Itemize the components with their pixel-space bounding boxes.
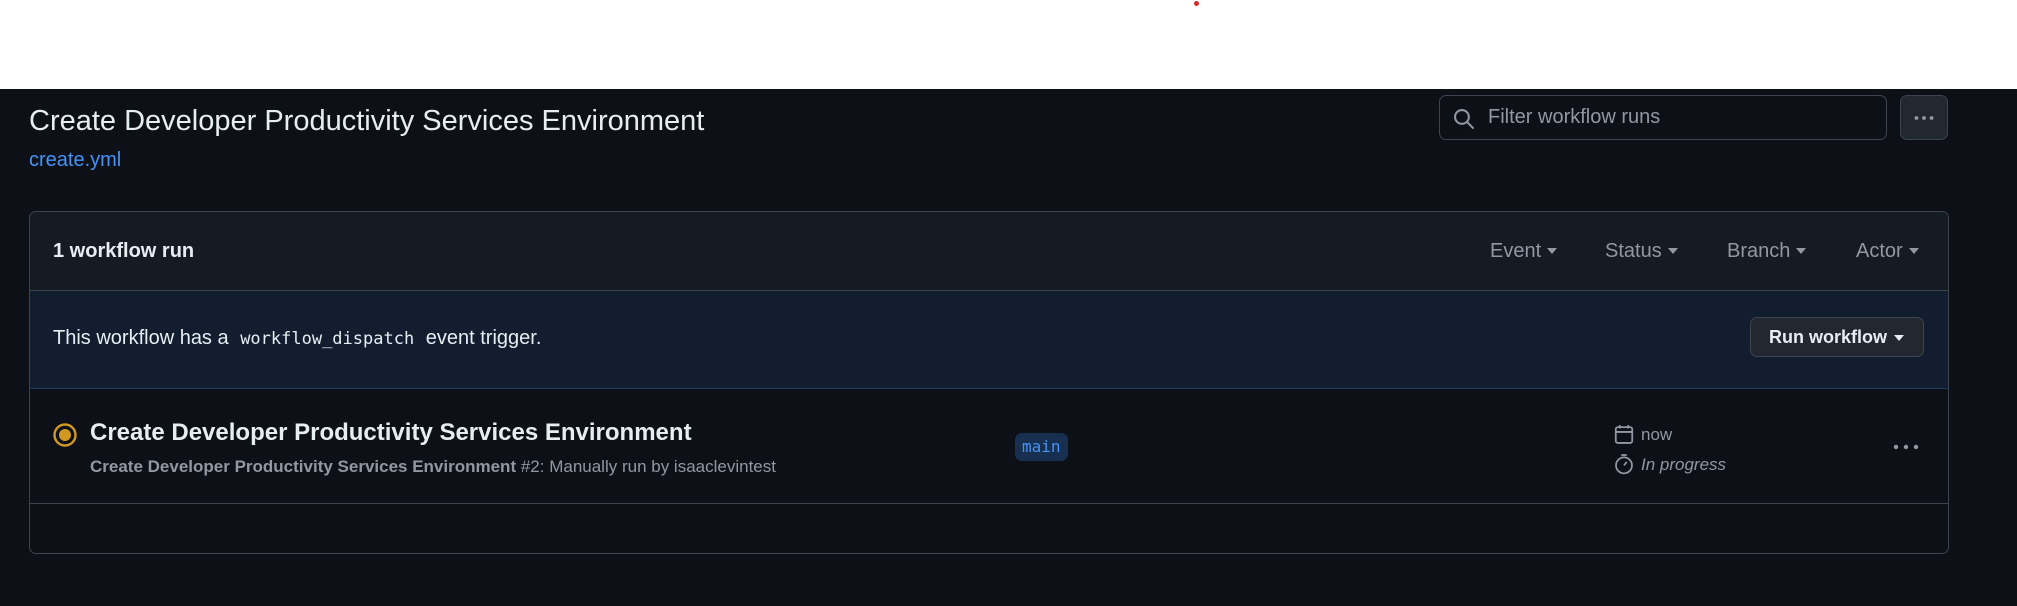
- event-filter[interactable]: Event: [1490, 240, 1558, 263]
- caret-down-icon: [1667, 248, 1678, 254]
- caret-down-icon: [1908, 248, 1919, 254]
- caret-down-icon: [1547, 248, 1558, 254]
- run-title-link[interactable]: Create Developer Productivity Services E…: [90, 419, 692, 447]
- dispatch-code: workflow_dispatch: [240, 329, 415, 349]
- kebab-horizontal-icon: [1914, 116, 1934, 120]
- red-dot-marker: [1194, 1, 1199, 6]
- caret-down-icon: [1894, 335, 1904, 341]
- run-menu-kebab-icon[interactable]: [1892, 441, 1920, 453]
- run-count: 1 workflow run: [53, 240, 195, 262]
- branch-badge[interactable]: main: [1015, 433, 1068, 461]
- browser-top-area: [0, 0, 2017, 89]
- workflow-runs-box: 1 workflow run Event Status Branch Actor…: [29, 211, 1949, 554]
- workflow-title: Create Developer Productivity Services E…: [29, 105, 705, 137]
- search-icon: [1454, 109, 1474, 129]
- search-input[interactable]: [1488, 96, 1878, 139]
- branch-filter[interactable]: Branch: [1727, 240, 1807, 263]
- filter-runs-search[interactable]: [1439, 95, 1887, 140]
- dispatch-banner: This workflow has a workflow_dispatch ev…: [30, 291, 1948, 389]
- dispatch-text: This workflow has a workflow_dispatch ev…: [53, 327, 542, 349]
- caret-down-icon: [1796, 248, 1807, 254]
- run-time: now: [1613, 423, 1672, 445]
- calendar-icon: [1614, 425, 1634, 444]
- in-progress-icon: [53, 423, 77, 447]
- actor-filter[interactable]: Actor: [1856, 240, 1919, 263]
- workflow-page: Create Developer Productivity Services E…: [0, 89, 2017, 606]
- run-workflow-button[interactable]: Run workflow: [1750, 317, 1924, 357]
- status-filter[interactable]: Status: [1605, 240, 1678, 263]
- runs-box-header: 1 workflow run Event Status Branch Actor: [30, 212, 1948, 291]
- workflow-file-link[interactable]: create.yml: [29, 149, 121, 172]
- run-subtitle: Create Developer Productivity Services E…: [90, 457, 776, 476]
- run-duration-status: In progress: [1613, 453, 1726, 475]
- workflow-menu-button[interactable]: [1900, 95, 1948, 140]
- table-row[interactable]: Create Developer Productivity Services E…: [30, 389, 1948, 504]
- stopwatch-icon: [1615, 454, 1633, 475]
